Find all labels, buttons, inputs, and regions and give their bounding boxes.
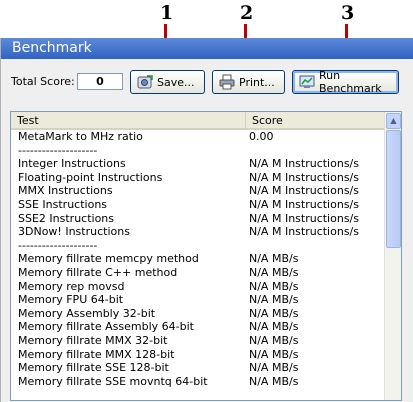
score-cell: N/A MB/s (249, 347, 299, 361)
test-name-cell: -------------------- (18, 238, 98, 252)
run-benchmark-icon (299, 74, 315, 90)
benchmark-results-list[interactable]: Test Score MetaMark to MHz ratio 0.00 ----… (10, 111, 402, 401)
score-cell: N/A MB/s (249, 306, 299, 320)
test-name-cell: SSE2 Instructions (18, 211, 115, 225)
test-name-cell: Memory rep movsd (18, 279, 125, 293)
table-row[interactable]: Memory fillrate SSE 128-bit N/A MB/s (11, 361, 383, 375)
test-name-cell: Memory Assembly 32-bit (18, 306, 156, 320)
test-name-cell: Integer Instructions (18, 157, 126, 171)
score-cell: N/A MB/s (249, 333, 299, 347)
test-name-cell: Memory fillrate memcpy method (18, 252, 199, 266)
score-cell: N/A M Instructions/s (249, 211, 359, 225)
table-row[interactable]: MetaMark to MHz ratio 0.00 (11, 130, 383, 144)
table-row[interactable]: Memory fillrate Assembly 64-bit N/A MB/s (11, 320, 383, 334)
table-row[interactable]: -------------------- (11, 239, 383, 253)
save-icon (137, 74, 153, 90)
callout-2: 2 (240, 2, 254, 24)
run-benchmark-label: Run Benchmark (319, 69, 382, 95)
column-header-score[interactable]: Score (246, 112, 385, 130)
test-name-cell: Memory fillrate SSE movntq 64-bit (18, 374, 208, 388)
table-row[interactable]: Memory fillrate memcpy method N/A MB/s (11, 252, 383, 266)
printer-icon (219, 74, 235, 90)
test-name-cell: 3DNow! Instructions (18, 225, 130, 239)
table-row[interactable]: 3DNow! Instructions N/A M Instructions/s (11, 225, 383, 239)
test-name-cell: Memory fillrate SSE 128-bit (18, 361, 169, 375)
results-rows: MetaMark to MHz ratio 0.00 ---------------… (11, 130, 383, 388)
save-button[interactable]: Save... (130, 70, 205, 94)
table-row[interactable]: Memory rep movsd N/A MB/s (11, 280, 383, 294)
score-cell: N/A MB/s (249, 279, 299, 293)
score-cell: N/A M Instructions/s (249, 225, 359, 239)
total-score-label: Total Score: (11, 75, 75, 88)
score-cell: N/A MB/s (249, 252, 299, 266)
test-name-cell: MMX Instructions (18, 184, 113, 198)
table-row[interactable]: Memory FPU 64-bit N/A MB/s (11, 293, 383, 307)
table-row[interactable]: Floating-point Instructions N/A M Instruc… (11, 171, 383, 185)
benchmark-panel: Benchmark Total Score: 0 Save... Print..… (0, 38, 413, 402)
score-cell: N/A M Instructions/s (249, 157, 359, 171)
save-button-label: Save... (157, 75, 195, 89)
test-name-cell: SSE Instructions (18, 197, 108, 211)
column-header-test[interactable]: Test (11, 112, 246, 130)
vertical-scrollbar[interactable]: ▲ (384, 112, 401, 400)
table-row[interactable]: MMX Instructions N/A M Instructions/s (11, 184, 383, 198)
score-cell: N/A MB/s (249, 361, 299, 375)
run-benchmark-button[interactable]: Run Benchmark (292, 69, 399, 95)
print-button[interactable]: Print... (212, 70, 285, 94)
table-row[interactable]: -------------------- (11, 144, 383, 158)
print-button-label: Print... (239, 75, 275, 89)
table-row[interactable]: Memory fillrate MMX 32-bit N/A MB/s (11, 334, 383, 348)
score-cell: 0.00 (249, 130, 274, 143)
test-name-cell: Memory fillrate Assembly 64-bit (18, 320, 194, 334)
score-cell: N/A MB/s (249, 265, 299, 279)
score-cell: N/A M Instructions/s (249, 170, 359, 184)
table-row[interactable]: Memory fillrate MMX 128-bit N/A MB/s (11, 348, 383, 362)
test-name-cell: MetaMark to MHz ratio (18, 130, 143, 143)
score-cell: N/A M Instructions/s (249, 184, 359, 198)
table-row[interactable]: Memory fillrate SSE movntq 64-bit N/A MB/… (11, 375, 383, 389)
callout-1: 1 (160, 2, 174, 24)
table-row[interactable]: SSE2 Instructions N/A M Instructions/s (11, 212, 383, 226)
toolbar: Total Score: 0 Save... Print... Run Benc… (1, 69, 413, 97)
panel-title: Benchmark (1, 38, 413, 59)
scroll-up-button[interactable]: ▲ (386, 113, 401, 129)
table-row[interactable]: Memory fillrate C++ method N/A MB/s (11, 266, 383, 280)
test-name-cell: Memory fillrate MMX 128-bit (18, 347, 175, 361)
total-score-field: 0 (77, 73, 123, 90)
test-name-cell: Memory FPU 64-bit (18, 293, 124, 307)
test-name-cell: Memory fillrate MMX 32-bit (18, 333, 168, 347)
callout-3: 3 (341, 2, 355, 24)
score-cell: N/A M Instructions/s (249, 197, 359, 211)
score-cell: N/A MB/s (249, 293, 299, 307)
test-name-cell: Memory fillrate C++ method (18, 265, 178, 279)
score-cell: N/A MB/s (249, 374, 299, 388)
score-cell: N/A MB/s (249, 320, 299, 334)
table-row[interactable]: Memory Assembly 32-bit N/A MB/s (11, 307, 383, 321)
table-row[interactable]: SSE Instructions N/A M Instructions/s (11, 198, 383, 212)
test-name-cell: -------------------- (18, 143, 98, 157)
table-row[interactable]: Integer Instructions N/A M Instructions/s (11, 157, 383, 171)
test-name-cell: Floating-point Instructions (18, 170, 163, 184)
scroll-thumb[interactable] (386, 130, 401, 248)
